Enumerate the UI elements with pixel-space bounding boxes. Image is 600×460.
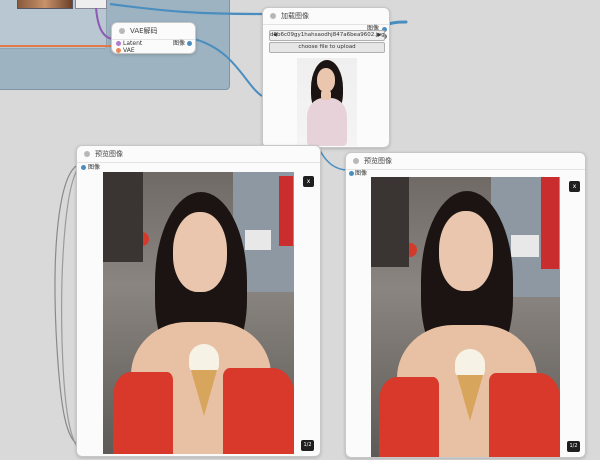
image-output-label: 图像 [172,39,185,47]
vae-input-label: VAE [123,46,135,54]
preview-image-node-left[interactable]: 预览图像 图像 x 1/2 [76,145,321,457]
load-image-node[interactable]: 加载图像 图像 遮罩 ◀ d6b6c09gy1hahsaodhj847a6bea… [262,7,390,148]
page-counter-badge[interactable]: 1/2 [301,440,314,451]
vae-input-socket[interactable] [116,48,121,53]
node-collapse-dot[interactable] [353,158,359,164]
loaded-image-preview [297,58,357,146]
next-arrow-icon[interactable]: ▶ [377,31,381,40]
close-button[interactable]: x [303,176,314,187]
image-input-label: 图像 [355,169,368,177]
image-link-right-preview [317,145,349,171]
node-canvas[interactable]: VAE解码 Latent VAE 图像 加载图像 图像 遮罩 ◀ d6b6c09… [0,0,600,460]
image-input-label: 图像 [88,163,101,171]
image-filename: d6b6c09gy1hahsaodhj847a6bea9602.jpg [270,32,385,38]
image-input-socket[interactable] [81,165,86,170]
preview-image [103,172,294,454]
node-collapse-dot[interactable] [270,13,276,19]
node-collapse-dot[interactable] [119,28,125,34]
upstream-node-widget [75,0,107,9]
prev-arrow-icon[interactable]: ◀ [273,31,277,40]
close-button[interactable]: x [569,181,580,192]
image-input-socket[interactable] [349,171,354,176]
preview-image-title[interactable]: 预览图像 [346,153,585,170]
image-output-socket[interactable] [187,41,192,46]
preview-image-title[interactable]: 预览图像 [77,146,320,163]
load-image-title[interactable]: 加载图像 [263,8,389,25]
upstream-image-thumbnail [17,0,73,9]
upload-button[interactable]: choose file to upload [269,42,385,53]
vae-decode-node[interactable]: VAE解码 Latent VAE 图像 [111,22,196,54]
page-counter-badge[interactable]: 1/2 [567,441,580,452]
preview-image [371,177,560,457]
node-collapse-dot[interactable] [84,151,90,157]
load-image-out-link [386,20,408,26]
preview-image-node-right[interactable]: 预览图像 图像 x 1/2 [345,152,586,458]
image-file-select[interactable]: ◀ d6b6c09gy1hahsaodhj847a6bea9602.jpg ▶ [269,30,385,41]
latent-input-socket[interactable] [116,41,121,46]
